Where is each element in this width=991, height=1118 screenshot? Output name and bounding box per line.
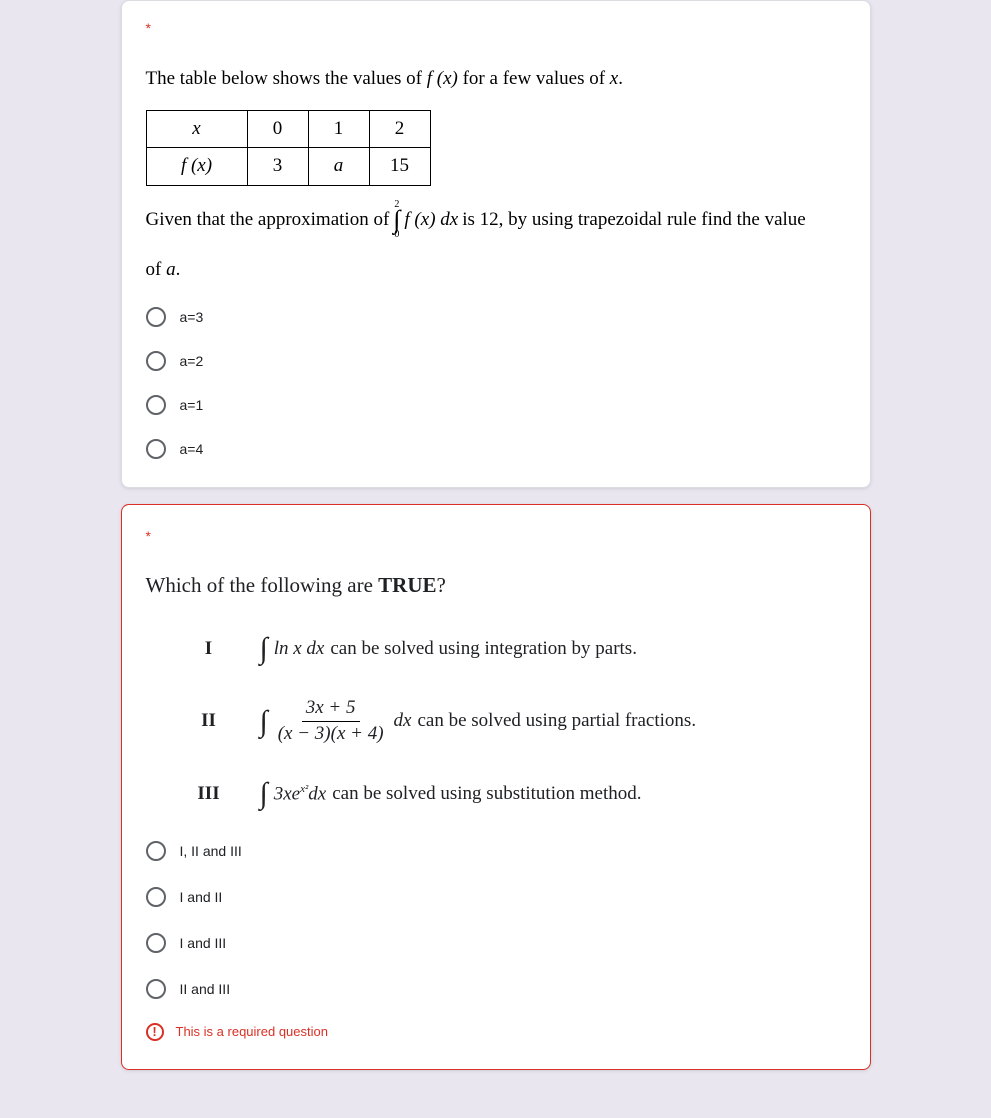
q2-s1-expr: ln x dx [274, 638, 325, 660]
roman-1: I [194, 638, 224, 660]
integral-icon: ∫ [260, 638, 268, 659]
q2-stmt-2: II ∫ 3x + 5 (x − 3)(x + 4) dx can be sol… [194, 698, 846, 745]
td-v0: 3 [247, 148, 308, 186]
q1-option-label: a=3 [180, 309, 204, 325]
td-c0: 0 [247, 110, 308, 148]
question-1-body: The table below shows the values of f (x… [146, 65, 846, 285]
q1-option-2[interactable]: a=2 [146, 351, 846, 371]
required-marker: * [146, 529, 846, 543]
q1-given-a: Given that the approximation of [146, 206, 390, 235]
integral-icon: ∫ [260, 783, 268, 804]
required-marker: * [146, 21, 846, 35]
q2-option-label: I, II and III [180, 843, 242, 859]
q2-s3-b: dx [308, 783, 326, 804]
q1-option-label: a=2 [180, 353, 204, 369]
radio-icon [146, 351, 166, 371]
q2-head-a: Which of the following are [146, 573, 379, 597]
q2-s1-text: can be solved using integration by parts… [330, 638, 637, 660]
question-card-1: * The table below shows the values of f … [121, 0, 871, 488]
q2-option-3[interactable]: I and III [146, 933, 846, 953]
td-c1: 1 [308, 110, 369, 148]
q1-lead-a: The table below shows the values of [146, 68, 427, 89]
radio-icon [146, 439, 166, 459]
td-v1: a [308, 148, 369, 186]
q1-of-dot: . [176, 259, 181, 280]
q2-s2-text: can be solved using partial fractions. [417, 710, 696, 732]
q1-lead-b: for a few values of [458, 68, 610, 89]
q1-of-var: a [166, 259, 176, 280]
error-icon: ! [146, 1023, 164, 1041]
q1-lead: The table below shows the values of f (x… [146, 65, 846, 94]
frac-den: (x − 3)(x + 4) [274, 722, 388, 745]
q2-expr-3: ∫ 3xex²dx can be solved using substituti… [260, 783, 642, 805]
error-text: This is a required question [176, 1024, 328, 1039]
q2-expr-1: ∫ ln x dx can be solved using integratio… [260, 638, 637, 660]
q2-option-2[interactable]: I and II [146, 887, 846, 907]
q1-table: x 0 1 2 f (x) 3 a 15 [146, 110, 431, 186]
th-x: x [146, 110, 247, 148]
radio-icon [146, 887, 166, 907]
q1-options: a=3 a=2 a=1 a=4 [146, 307, 846, 459]
q1-of-row: of a. [146, 256, 846, 285]
q2-head-b: TRUE [378, 573, 436, 597]
q1-option-3[interactable]: a=1 [146, 395, 846, 415]
q1-option-label: a=4 [180, 441, 204, 457]
th-fx: f (x) [146, 148, 247, 186]
radio-icon [146, 395, 166, 415]
table-row: x 0 1 2 [146, 110, 430, 148]
integral-icon: 2 ∫ 0 [393, 200, 400, 241]
frac-num: 3x + 5 [302, 698, 360, 722]
question-card-2: * Which of the following are TRUE? I ∫ l… [121, 504, 871, 1070]
radio-icon [146, 979, 166, 999]
q1-option-label: a=1 [180, 397, 204, 413]
error-row: ! This is a required question [146, 1023, 846, 1041]
q2-s3-a: 3xe [274, 783, 300, 804]
roman-2: II [194, 710, 224, 732]
integral-icon: ∫ [260, 711, 268, 732]
q2-option-1[interactable]: I, II and III [146, 841, 846, 861]
table-row: f (x) 3 a 15 [146, 148, 430, 186]
q2-option-label: I and III [180, 935, 227, 951]
q1-lead-c: . [618, 68, 623, 89]
radio-icon [146, 933, 166, 953]
q1-lead-x: x [610, 68, 618, 89]
q2-s3-text: can be solved using substitution method. [332, 783, 641, 805]
q1-given: Given that the approximation of 2 ∫ 0 f … [146, 200, 846, 241]
q2-option-label: I and II [180, 889, 223, 905]
q2-heading: Which of the following are TRUE? [146, 573, 846, 598]
q1-integrand: f (x) dx [404, 206, 458, 235]
q2-head-c: ? [437, 573, 446, 597]
q1-option-4[interactable]: a=4 [146, 439, 846, 459]
q2-expr-2: ∫ 3x + 5 (x − 3)(x + 4) dx can be solved… [260, 698, 697, 745]
q2-option-label: II and III [180, 981, 231, 997]
radio-icon [146, 841, 166, 861]
td-v2: 15 [369, 148, 430, 186]
q2-stmt-1: I ∫ ln x dx can be solved using integrat… [194, 638, 846, 660]
q2-s2-dx: dx [394, 710, 412, 732]
q1-lead-fx: f (x) [427, 68, 458, 89]
q1-of: of [146, 259, 167, 280]
fraction: 3x + 5 (x − 3)(x + 4) [274, 698, 388, 745]
td-c2: 2 [369, 110, 430, 148]
int-lower: 0 [394, 230, 399, 240]
q2-stmt-3: III ∫ 3xex²dx can be solved using substi… [194, 783, 846, 805]
q1-given-b: is 12, by using trapezoidal rule find th… [462, 206, 806, 235]
q2-statements: I ∫ ln x dx can be solved using integrat… [194, 638, 846, 805]
q1-option-1[interactable]: a=3 [146, 307, 846, 327]
q2-option-4[interactable]: II and III [146, 979, 846, 999]
radio-icon [146, 307, 166, 327]
q2-options: I, II and III I and II I and III II and … [146, 841, 846, 999]
roman-3: III [194, 783, 224, 805]
